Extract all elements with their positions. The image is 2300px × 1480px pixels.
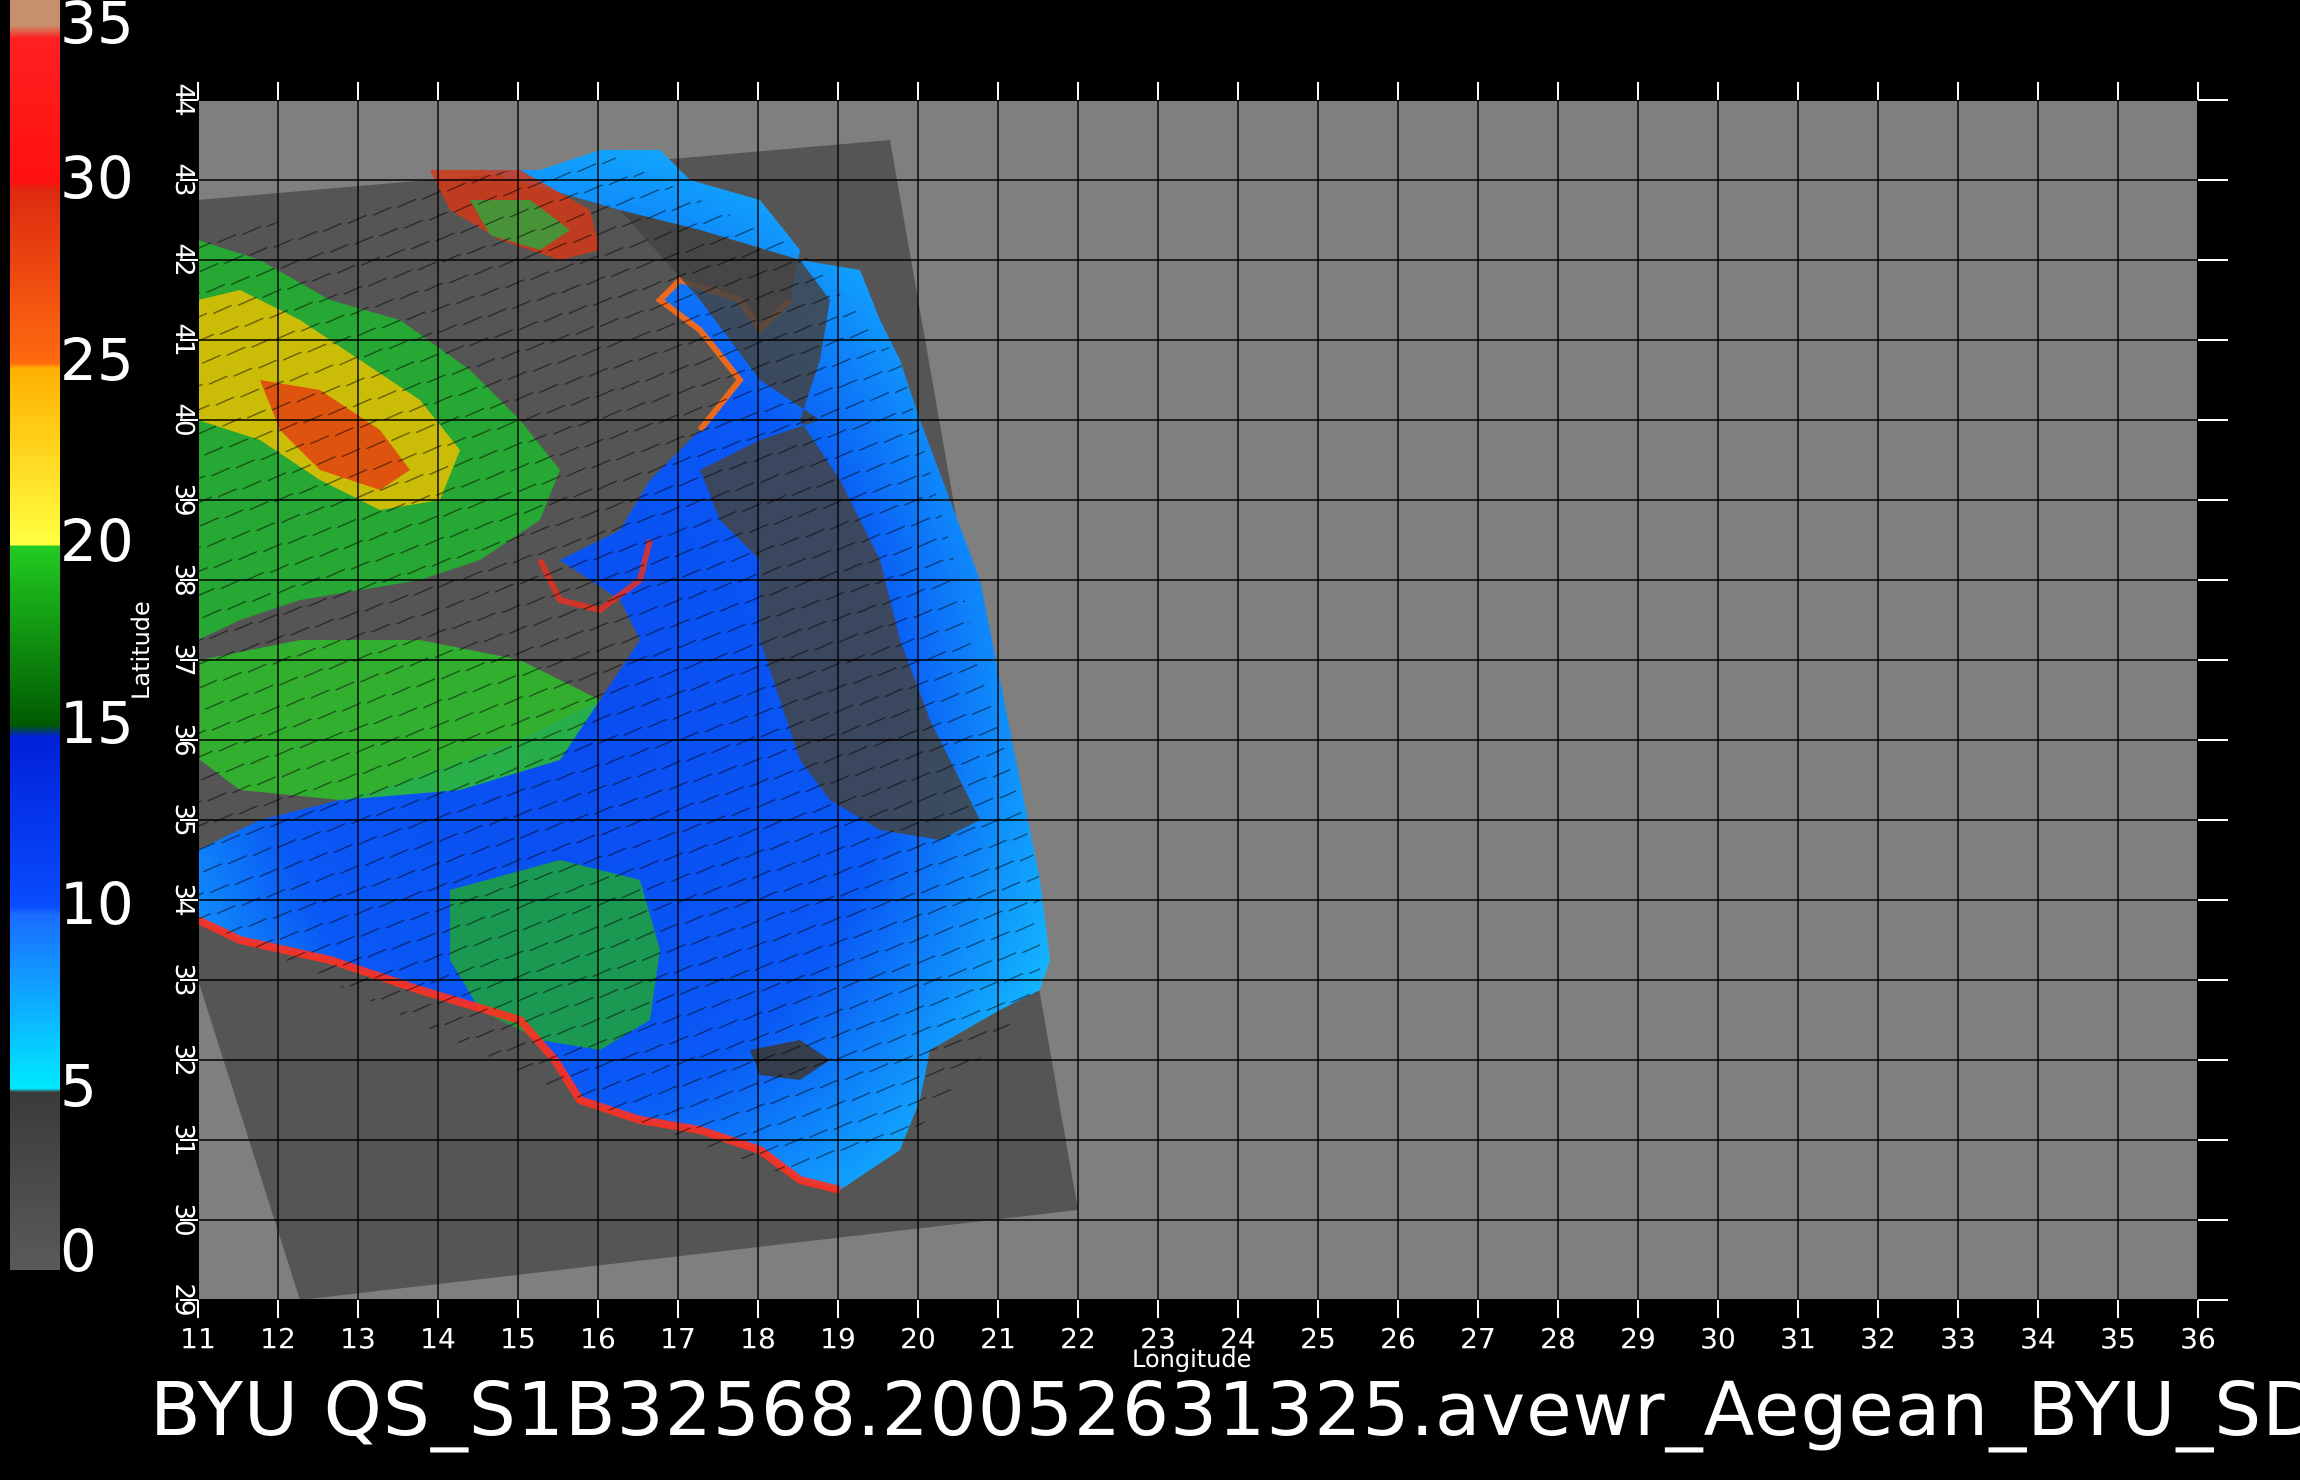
- x-tick-label: 15: [500, 1322, 536, 1355]
- x-tick-label: 19: [820, 1322, 856, 1355]
- x-tick-label: 14: [420, 1322, 456, 1355]
- colorbar-tick-label: 25: [60, 325, 134, 394]
- colorbar: [10, 0, 60, 1270]
- x-tick-label: 30: [1700, 1322, 1736, 1355]
- colorbar-tick-label: 35: [60, 0, 134, 57]
- y-tick-label: 41: [169, 323, 199, 356]
- colorbar-tick-label: 0: [60, 1217, 97, 1285]
- y-axis-title: Latitude: [127, 601, 155, 700]
- colorbar-tick-label: 20: [60, 507, 134, 576]
- y-tick-label: 31: [169, 1123, 199, 1156]
- x-tick-label: 31: [1780, 1322, 1816, 1355]
- y-tick-label: 36: [169, 723, 199, 756]
- x-tick-label: 35: [2100, 1322, 2136, 1355]
- x-tick-label: 22: [1060, 1322, 1096, 1355]
- x-tick-label: 28: [1540, 1322, 1576, 1355]
- y-tick-label: 43: [169, 163, 199, 196]
- y-tick-label: 37: [169, 643, 199, 676]
- colorbar-tick-label: 10: [60, 870, 134, 939]
- x-tick-label: 29: [1620, 1322, 1656, 1355]
- x-tick-label: 16: [580, 1322, 616, 1355]
- plot-area: [198, 100, 2198, 1300]
- x-tick-label: 33: [1940, 1322, 1976, 1355]
- x-tick-label: 21: [980, 1322, 1016, 1355]
- y-tick-label: 35: [169, 803, 199, 836]
- x-tick-label: 36: [2180, 1322, 2216, 1355]
- wind-speed-map: 11 12 13 14 15 16 17 18 19 20 21 22 23 24 25 26 27 28 29 30…: [10, 0, 2228, 1355]
- y-tick-label: 42: [169, 243, 199, 276]
- image-title: BYU QS_S1B32568.20052631325.avewr_Aegean…: [150, 1367, 2300, 1453]
- y-tick-label: 29: [169, 1283, 199, 1316]
- x-tick-label: 12: [260, 1322, 296, 1355]
- x-tick-label: 25: [1300, 1322, 1336, 1355]
- y-tick-label: 38: [169, 563, 199, 596]
- y-tick-label: 39: [169, 483, 199, 516]
- x-tick-label: 11: [180, 1322, 216, 1355]
- y-tick-label: 32: [169, 1043, 199, 1076]
- y-tick-label: 40: [169, 403, 199, 436]
- x-tick-label: 18: [740, 1322, 776, 1355]
- x-tick-label: 34: [2020, 1322, 2056, 1355]
- colorbar-tick-label: 5: [60, 1051, 97, 1120]
- colorbar-ramp: [10, 0, 60, 1270]
- y-tick-label: 30: [169, 1203, 199, 1236]
- x-tick-label: 26: [1380, 1322, 1416, 1355]
- x-tick-label: 20: [900, 1322, 936, 1355]
- x-tick-label: 32: [1860, 1322, 1896, 1355]
- y-tick-label: 34: [169, 883, 199, 916]
- x-tick-label: 27: [1460, 1322, 1496, 1355]
- y-tick-label: 33: [169, 963, 199, 996]
- x-tick-label: 13: [340, 1322, 376, 1355]
- colorbar-tick-label: 30: [60, 144, 134, 213]
- x-tick-label: 17: [660, 1322, 696, 1355]
- y-tick-label: 44: [169, 83, 199, 116]
- colorbar-tick-label: 15: [60, 688, 134, 757]
